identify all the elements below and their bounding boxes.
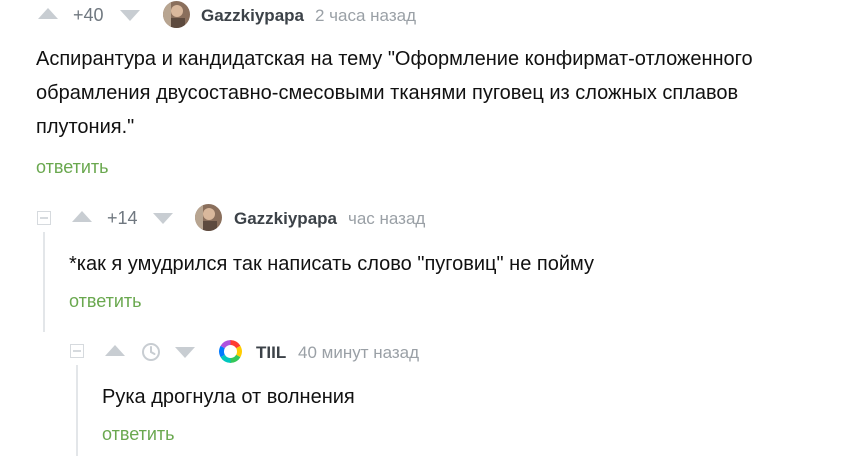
user-avatar-image [163,1,190,28]
comment-text: *как я умудрился так написать слово "пуг… [69,253,594,275]
reply-link[interactable]: ответить [102,424,175,445]
avatar[interactable] [219,340,242,363]
comment-author[interactable]: Gazzkiypapa [234,209,337,229]
clock-icon [141,342,161,367]
avatar[interactable] [163,1,190,28]
upvote-icon[interactable] [38,8,58,19]
comment-text-line: Аспирантура и кандидатская на тему "Офор… [36,48,753,70]
reply-link[interactable]: ответить [36,157,109,178]
comment-text-line: обрамления двусоставно-смесовыми тканями… [36,82,739,104]
thread-branch-line[interactable] [76,365,78,456]
comment-rating: +40 [73,5,104,25]
avatar[interactable] [195,204,222,231]
comment-time[interactable]: 40 минут назад [298,343,419,363]
downvote-icon[interactable] [153,213,173,224]
thread-branch-line[interactable] [43,232,45,332]
collapse-branch-icon[interactable] [37,211,51,225]
color-wheel-avatar-icon [219,340,242,363]
comment-author[interactable]: Gazzkiypapa [201,6,304,26]
comment-text: Рука дрогнула от волнения [102,386,355,408]
collapse-branch-icon[interactable] [70,344,84,358]
comment-time[interactable]: час назад [348,209,425,229]
comment-time[interactable]: 2 часа назад [315,6,416,26]
comment-text-line: плутония." [36,116,135,138]
upvote-icon[interactable] [105,345,125,356]
downvote-icon[interactable] [175,347,195,358]
comment-rating: +14 [107,208,138,228]
upvote-icon[interactable] [72,211,92,222]
downvote-icon[interactable] [120,10,140,21]
user-avatar-image [195,204,222,231]
comment-body: Аспирантура и кандидатская на тему "Офор… [36,42,826,144]
reply-link[interactable]: ответить [69,291,142,312]
comment-author[interactable]: TIIL [256,343,286,363]
